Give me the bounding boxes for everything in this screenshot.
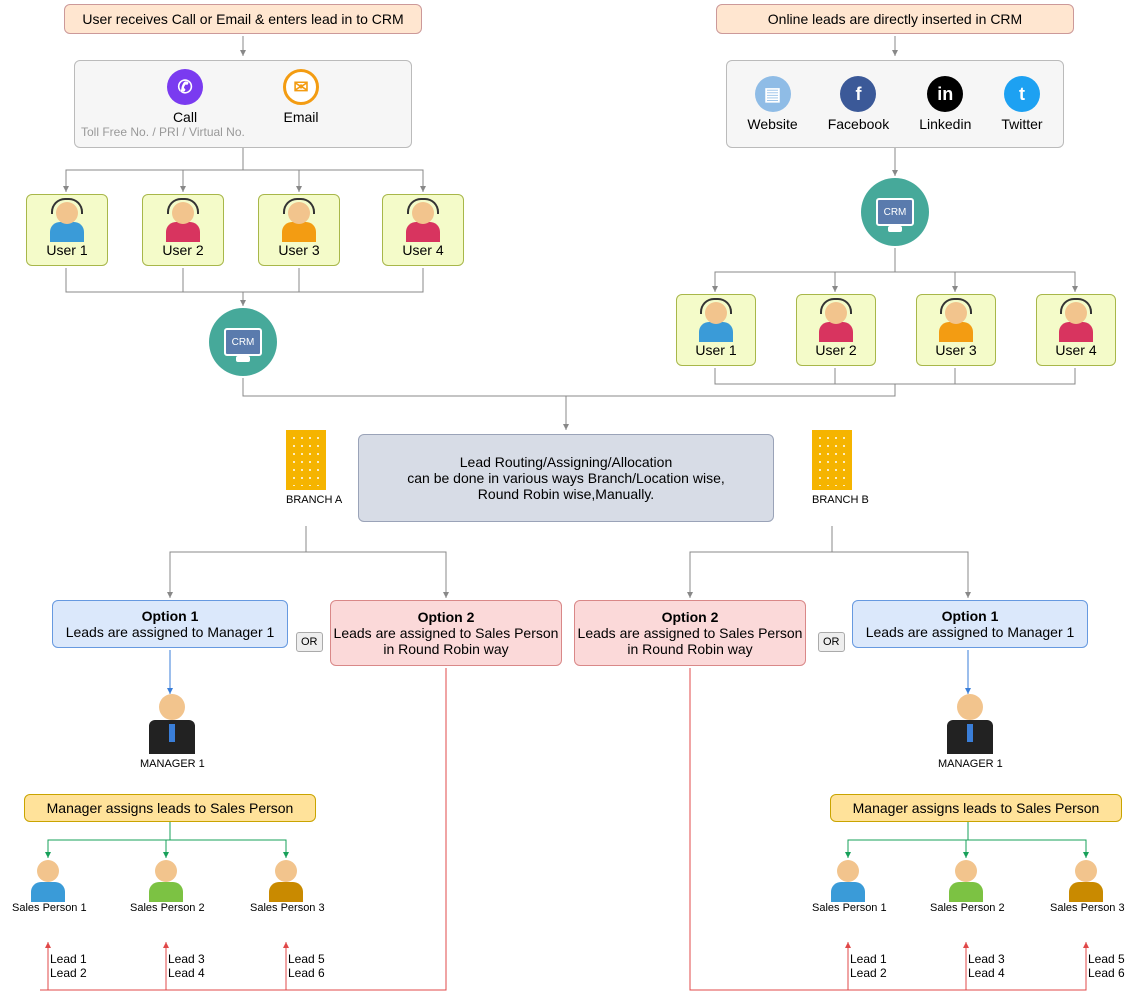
- building-icon: [286, 430, 326, 490]
- leads-right-1: Lead 1Lead 2: [850, 952, 887, 980]
- opt1-title: Option 1: [942, 608, 999, 624]
- leads-left-1: Lead 1Lead 2: [50, 952, 87, 980]
- sources-box: ▤ Website f Facebook in Linkedin t Twitt…: [726, 60, 1064, 148]
- salesperson-right-2: Sales Person 2: [930, 860, 1002, 914]
- sp-label: Sales Person 1: [12, 902, 84, 914]
- branch-b: BRANCH B: [812, 430, 869, 506]
- phone-icon: ✆: [167, 69, 203, 105]
- salesperson-left-1: Sales Person 1: [12, 860, 84, 914]
- user-label: User 4: [1055, 342, 1096, 358]
- call-label: Call: [173, 109, 197, 125]
- sp-label: Sales Person 3: [250, 902, 322, 914]
- sp-label: Sales Person 2: [930, 902, 1002, 914]
- leads-left-2: Lead 3Lead 4: [168, 952, 205, 980]
- opt2-text: Leads are assigned to Sales Person in Ro…: [331, 625, 561, 657]
- salesperson-left-3: Sales Person 3: [250, 860, 322, 914]
- salesperson-left-2: Sales Person 2: [130, 860, 202, 914]
- right-option2: Option 2 Leads are assigned to Sales Per…: [574, 600, 806, 666]
- opt1-text: Leads are assigned to Manager 1: [866, 624, 1075, 640]
- left-user-1: User 1: [26, 194, 108, 266]
- right-header: Online leads are directly inserted in CR…: [716, 4, 1074, 34]
- call-email-box: ✆ Call ✉ Email Toll Free No. / PRI / Vir…: [74, 60, 412, 148]
- salesperson-right-1: Sales Person 1: [812, 860, 884, 914]
- facebook-icon: f: [840, 76, 876, 112]
- facebook-label: Facebook: [828, 116, 889, 132]
- right-user-1: User 1: [676, 294, 756, 366]
- sp-label: Sales Person 3: [1050, 902, 1122, 914]
- left-user-3: User 3: [258, 194, 340, 266]
- left-user-2: User 2: [142, 194, 224, 266]
- crm-label: CRM: [876, 198, 914, 226]
- user-label: User 3: [935, 342, 976, 358]
- manager-icon: [140, 694, 205, 754]
- left-user-4: User 4: [382, 194, 464, 266]
- routing-box: Lead Routing/Assigning/Allocation can be…: [358, 434, 774, 522]
- opt2-text: Leads are assigned to Sales Person in Ro…: [575, 625, 805, 657]
- opt2-title: Option 2: [662, 609, 719, 625]
- user-label: User 2: [162, 242, 203, 258]
- right-user-3: User 3: [916, 294, 996, 366]
- crm-left: CRM: [209, 308, 277, 376]
- crm-right: CRM: [861, 178, 929, 246]
- email-label: Email: [283, 109, 318, 125]
- user-label: User 4: [402, 242, 443, 258]
- user-label: User 1: [695, 342, 736, 358]
- right-option1: Option 1 Leads are assigned to Manager 1: [852, 600, 1088, 648]
- branch-b-label: BRANCH B: [812, 494, 869, 506]
- left-header: User receives Call or Email & enters lea…: [64, 4, 422, 34]
- leads-right-3: Lead 5Lead 6: [1088, 952, 1125, 980]
- call-sub-label: Toll Free No. / PRI / Virtual No.: [81, 125, 245, 139]
- right-user-2: User 2: [796, 294, 876, 366]
- user-label: User 3: [278, 242, 319, 258]
- manager-icon: [938, 694, 1003, 754]
- left-header-text: User receives Call or Email & enters lea…: [82, 11, 403, 27]
- opt2-title: Option 2: [418, 609, 475, 625]
- opt1-title: Option 1: [142, 608, 199, 624]
- linkedin-label: Linkedin: [919, 116, 971, 132]
- manager-left: MANAGER 1: [140, 694, 205, 770]
- manager-label: MANAGER 1: [938, 758, 1003, 770]
- email-icon: ✉: [283, 69, 319, 105]
- routing-line1: Lead Routing/Assigning/Allocation: [460, 454, 672, 470]
- right-header-text: Online leads are directly inserted in CR…: [768, 11, 1022, 27]
- manager-assign-right: Manager assigns leads to Sales Person: [830, 794, 1122, 822]
- salesperson-right-3: Sales Person 3: [1050, 860, 1122, 914]
- twitter-label: Twitter: [1001, 116, 1042, 132]
- leads-left-3: Lead 5Lead 6: [288, 952, 325, 980]
- left-option1: Option 1 Leads are assigned to Manager 1: [52, 600, 288, 648]
- right-user-4: User 4: [1036, 294, 1116, 366]
- crm-label: CRM: [224, 328, 262, 356]
- building-icon: [812, 430, 852, 490]
- right-or: OR: [818, 632, 845, 652]
- manager-right: MANAGER 1: [938, 694, 1003, 770]
- linkedin-icon: in: [927, 76, 963, 112]
- website-label: Website: [747, 116, 797, 132]
- sp-label: Sales Person 2: [130, 902, 202, 914]
- manager-label: MANAGER 1: [140, 758, 205, 770]
- user-label: User 2: [815, 342, 856, 358]
- opt1-text: Leads are assigned to Manager 1: [66, 624, 275, 640]
- website-icon: ▤: [755, 76, 791, 112]
- user-label: User 1: [46, 242, 87, 258]
- branch-a: BRANCH A: [286, 430, 342, 506]
- manager-assign-left: Manager assigns leads to Sales Person: [24, 794, 316, 822]
- twitter-icon: t: [1004, 76, 1040, 112]
- routing-line3: Round Robin wise,Manually.: [478, 486, 654, 502]
- left-option2: Option 2 Leads are assigned to Sales Per…: [330, 600, 562, 666]
- branch-a-label: BRANCH A: [286, 494, 342, 506]
- routing-line2: can be done in various ways Branch/Locat…: [407, 470, 725, 486]
- left-or: OR: [296, 632, 323, 652]
- leads-right-2: Lead 3Lead 4: [968, 952, 1005, 980]
- sp-label: Sales Person 1: [812, 902, 884, 914]
